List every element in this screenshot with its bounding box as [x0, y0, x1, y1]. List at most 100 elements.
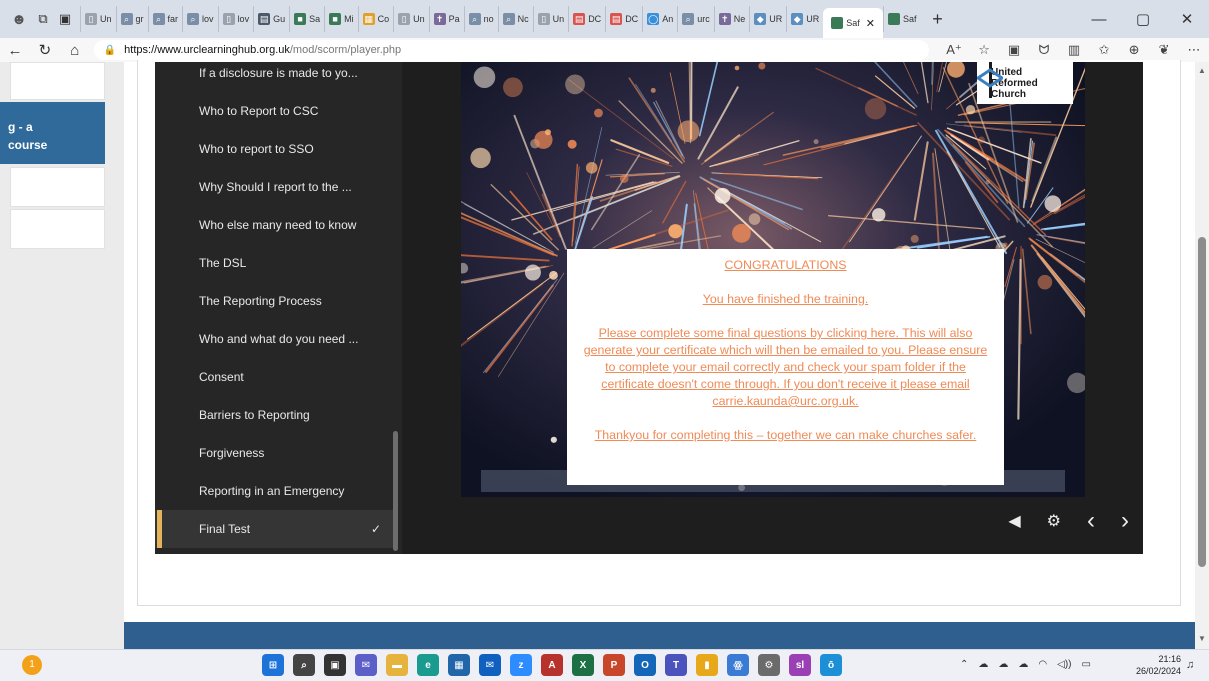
tab[interactable]: ◆ UR [749, 6, 786, 32]
tab[interactable]: ▤ DC [605, 6, 642, 32]
refresh-icon[interactable]: ↻ [30, 41, 60, 59]
app-sl-icon[interactable]: sl [789, 654, 811, 676]
copilot-icon[interactable]: ᗢ [1029, 42, 1059, 58]
browser-essentials-icon[interactable]: ❦ [1149, 42, 1179, 58]
toc-item[interactable]: The Reporting Process [155, 282, 395, 320]
tab[interactable]: ▤ Gu [253, 6, 289, 32]
tab[interactable]: ⌕ Nc [497, 6, 533, 32]
settings-icon[interactable]: ⚙ [758, 654, 780, 676]
tab[interactable]: Saf [882, 6, 921, 32]
calculator-icon[interactable]: ▦ [448, 654, 470, 676]
tab[interactable]: ◯ An [642, 6, 677, 32]
close-window-button[interactable]: ✕ [1165, 10, 1209, 28]
tab[interactable]: ▤ DC [568, 6, 605, 32]
toc-item[interactable]: Why Should I report to the ... [155, 168, 395, 206]
tab[interactable]: ✝ Pa [428, 6, 464, 32]
onedrive-icon[interactable]: ☁ [998, 659, 1008, 670]
profile-icon[interactable]: ☻ [6, 6, 32, 32]
scrollbar-thumb[interactable] [1198, 237, 1206, 567]
toc-scrollbar[interactable] [393, 431, 398, 551]
toc-item[interactable]: Who to report to SSO [155, 130, 395, 168]
taskview-icon[interactable]: ▣ [324, 654, 346, 676]
sticky-icon[interactable]: ▮ [696, 654, 718, 676]
collections-icon[interactable]: ⊕ [1119, 42, 1149, 58]
app-o-icon[interactable]: ō [820, 654, 842, 676]
toc-item[interactable]: Who else many need to know [155, 206, 395, 244]
lock-icon[interactable]: 🔒 [104, 45, 116, 56]
tab-active[interactable]: Saf ✕ [823, 8, 883, 38]
tab[interactable]: ■ Sa [289, 6, 324, 32]
final-questions-link[interactable]: Please complete some final questions by … [579, 325, 992, 410]
teams-icon[interactable]: T [665, 654, 687, 676]
windows-start-icon[interactable]: ⊞ [262, 654, 284, 676]
toc-item[interactable]: Forgiveness [155, 434, 395, 472]
tab[interactable]: ✝ Ne [713, 6, 750, 32]
toc-item[interactable]: Final Test ✓ [155, 510, 395, 548]
people-icon[interactable]: ꙮ [727, 654, 749, 676]
settings-icon[interactable]: ⚙ [1047, 511, 1061, 531]
sidebar-item[interactable] [10, 167, 105, 207]
outlook-icon[interactable]: O [634, 654, 656, 676]
minimize-button[interactable]: — [1077, 11, 1121, 28]
tab[interactable]: ⌕ gr [115, 6, 148, 32]
volume-icon[interactable]: ◁)) [1057, 659, 1071, 670]
toc-item[interactable]: If a disclosure is made to yo... [155, 54, 395, 92]
page-scrollbar[interactable]: ▲ ▼ [1195, 62, 1209, 649]
clock[interactable]: 21:16 26/02/2024 [1125, 653, 1181, 677]
tab[interactable]: ▯ Un [393, 6, 429, 32]
close-tab-icon[interactable]: ✕ [866, 17, 875, 30]
toc-item[interactable]: Consent [155, 358, 395, 396]
search-icon[interactable]: ⌕ [293, 654, 315, 676]
favorite-icon[interactable]: ☆ [969, 42, 999, 58]
sidebar-item[interactable] [10, 62, 105, 100]
chat-icon[interactable]: ✉ [355, 654, 377, 676]
powerpoint-icon[interactable]: P [603, 654, 625, 676]
next-slide-icon[interactable]: › [1121, 507, 1129, 535]
tab[interactable]: ⌕ urc [677, 6, 714, 32]
toc-item[interactable]: Reporting in an Emergency [155, 472, 395, 510]
split-screen-icon[interactable]: ▥ [1059, 42, 1089, 58]
toc-item[interactable]: Who to Report to CSC [155, 92, 395, 130]
previous-slide-icon[interactable]: ‹ [1087, 507, 1095, 535]
excel-icon[interactable]: X [572, 654, 594, 676]
tab[interactable]: ⌕ lov [182, 6, 218, 32]
volume-icon[interactable]: ◀ [1008, 511, 1020, 531]
access-icon[interactable]: A [541, 654, 563, 676]
tab-actions-icon[interactable]: ▣ [54, 8, 76, 30]
maximize-button[interactable]: ▢ [1121, 10, 1165, 28]
new-tab-button[interactable]: + [926, 9, 948, 30]
tab[interactable]: ▯ Un [532, 6, 569, 32]
tab[interactable]: ▯ Un [80, 6, 116, 32]
edge-icon[interactable]: e [417, 654, 439, 676]
sidebar-item-active[interactable]: g - a course [0, 102, 105, 164]
scroll-down-icon[interactable]: ▼ [1195, 634, 1209, 643]
back-icon[interactable]: ← [0, 42, 30, 59]
wifi-icon[interactable]: ◠ [1038, 659, 1047, 670]
tab[interactable]: ■ Mi [324, 6, 358, 32]
notification-icon[interactable]: ♫ [1186, 659, 1194, 671]
mail-icon[interactable]: ✉ [479, 654, 501, 676]
favorites-icon[interactable]: ✩ [1089, 42, 1119, 58]
extension-icon[interactable]: ▣ [999, 42, 1029, 58]
tab[interactable]: ⌕ no [463, 6, 498, 32]
sidebar-item[interactable] [10, 209, 105, 249]
app-tray-icon[interactable]: ☁ [978, 659, 988, 670]
weather-icon[interactable]: 1 [22, 655, 42, 675]
toc-item[interactable]: Barriers to Reporting [155, 396, 395, 434]
tab[interactable]: ▦ Co [357, 6, 394, 32]
show-hidden-icons-icon[interactable]: ⌃ [960, 659, 968, 670]
tab[interactable]: ◆ UR [786, 6, 823, 32]
read-aloud-icon[interactable]: A⁺ [939, 42, 969, 58]
workspaces-icon[interactable]: ⧉ [32, 8, 54, 30]
zoom-icon[interactable]: z [510, 654, 532, 676]
toc-item[interactable]: Who and what do you need ... [155, 320, 395, 358]
scroll-up-icon[interactable]: ▲ [1195, 66, 1209, 75]
explorer-icon[interactable]: ▬ [386, 654, 408, 676]
tab[interactable]: ⌕ far [147, 6, 183, 32]
onedrive-icon[interactable]: ☁ [1018, 659, 1028, 670]
toc-item[interactable]: The DSL [155, 244, 395, 282]
more-icon[interactable]: ⋯ [1179, 42, 1209, 58]
battery-icon[interactable]: ▭ [1081, 659, 1090, 670]
home-icon[interactable]: ⌂ [60, 42, 90, 59]
tab[interactable]: ▯ lov [217, 6, 254, 32]
